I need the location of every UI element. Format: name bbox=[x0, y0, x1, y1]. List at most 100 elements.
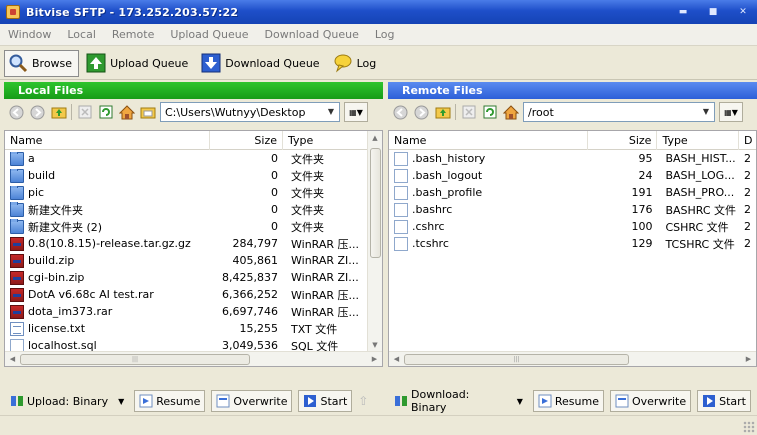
delete-icon[interactable] bbox=[76, 104, 93, 121]
table-row[interactable]: .bash_history 95 BASH_HIST... 2 bbox=[389, 150, 756, 167]
home-icon[interactable] bbox=[502, 104, 519, 121]
scroll-left-icon[interactable]: ◀ bbox=[5, 355, 20, 363]
chevron-down-icon[interactable]: ▼ bbox=[698, 103, 714, 121]
local-path-field[interactable]: C:\Users\Wutnyy\Desktop ▼ bbox=[160, 102, 340, 122]
table-row[interactable]: DotA v6.68c AI test.rar 6,366,252 WinRAR 压… bbox=[5, 286, 382, 303]
column-name[interactable]: Name bbox=[389, 131, 588, 150]
open-folder-icon[interactable] bbox=[139, 104, 156, 121]
download-queue-button[interactable]: Download Queue bbox=[198, 50, 325, 77]
file-size: 6,366,252 bbox=[222, 288, 278, 301]
remote-overwrite-button[interactable]: Overwrite bbox=[610, 390, 692, 412]
forward-icon[interactable] bbox=[29, 104, 46, 121]
remote-start-button[interactable]: Start bbox=[697, 390, 751, 412]
column-size[interactable]: Size bbox=[210, 131, 283, 150]
download-arrow-icon bbox=[201, 53, 221, 73]
local-overwrite-button[interactable]: Overwrite bbox=[211, 390, 293, 412]
table-row[interactable]: .cshrc 100 CSHRC 文件 2 bbox=[389, 218, 756, 235]
table-row[interactable]: dota_im373.rar 6,697,746 WinRAR 压... bbox=[5, 303, 382, 320]
local-vertical-scrollbar[interactable]: ▲ ▼ bbox=[367, 131, 382, 353]
column-size[interactable]: Size bbox=[588, 131, 658, 150]
column-date[interactable]: D bbox=[739, 131, 756, 150]
menu-window[interactable]: Window bbox=[0, 28, 59, 41]
upload-queue-button[interactable]: Upload Queue bbox=[83, 50, 194, 77]
archive-icon bbox=[10, 236, 24, 251]
remote-list-header: Name Size Type D bbox=[389, 131, 756, 150]
column-name[interactable]: Name bbox=[5, 131, 210, 150]
scroll-thumb[interactable] bbox=[370, 148, 381, 258]
remote-path-field[interactable]: /root ▼ bbox=[523, 102, 715, 122]
home-icon[interactable] bbox=[118, 104, 135, 121]
scroll-left-icon[interactable]: ◀ bbox=[389, 355, 404, 363]
file-name-cell: DotA v6.68c AI test.rar bbox=[5, 287, 210, 302]
table-row[interactable]: 新建文件夹 (2) 0 文件夹 bbox=[5, 218, 382, 235]
view-mode-icon[interactable]: ▦▼ bbox=[344, 102, 368, 122]
menu-download-queue[interactable]: Download Queue bbox=[257, 28, 367, 41]
refresh-icon[interactable] bbox=[481, 104, 498, 121]
file-name-cell: 新建文件夹 (2) bbox=[5, 218, 210, 235]
close-icon[interactable]: ✕ bbox=[735, 4, 751, 20]
table-row[interactable]: 0.8(10.8.15)-release.tar.gz.gz 284,797 Win… bbox=[5, 235, 382, 252]
file-name: .bash_profile bbox=[412, 186, 483, 199]
maximize-icon[interactable]: ■ bbox=[705, 4, 721, 20]
remote-path-value: /root bbox=[528, 105, 554, 119]
file-name-cell: .bash_history bbox=[389, 151, 588, 166]
local-horizontal-scrollbar[interactable]: ◀ ||| ▶ bbox=[5, 351, 382, 366]
local-resume-button[interactable]: Resume bbox=[134, 390, 206, 412]
menu-upload-queue[interactable]: Upload Queue bbox=[162, 28, 256, 41]
hscroll-thumb[interactable]: ||| bbox=[404, 353, 629, 365]
log-button[interactable]: Log bbox=[330, 50, 383, 77]
file-name-cell: .bashrc bbox=[389, 202, 588, 217]
minimize-icon[interactable]: ▬ bbox=[675, 4, 691, 20]
local-nav-bar: C:\Users\Wutnyy\Desktop ▼ ▦▼ bbox=[4, 99, 383, 125]
remote-files-header: Remote Files bbox=[388, 82, 757, 99]
delete-icon[interactable] bbox=[460, 104, 477, 121]
column-type[interactable]: Type bbox=[283, 131, 368, 150]
local-start-button[interactable]: Start bbox=[298, 390, 353, 412]
up-folder-icon[interactable] bbox=[50, 104, 67, 121]
menu-local[interactable]: Local bbox=[59, 28, 104, 41]
chevron-down-icon[interactable]: ▼ bbox=[323, 103, 339, 121]
menu-log[interactable]: Log bbox=[367, 28, 403, 41]
refresh-icon[interactable] bbox=[97, 104, 114, 121]
file-name: pic bbox=[28, 186, 45, 199]
table-row[interactable]: .tcshrc 129 TCSHRC 文件 2 bbox=[389, 235, 756, 252]
table-row[interactable]: .bashrc 176 BASHRC 文件 2 bbox=[389, 201, 756, 218]
download-mode-dropdown[interactable]: Download: Binary ▼ bbox=[390, 388, 527, 414]
file-type: WinRAR ZI... bbox=[291, 254, 359, 267]
table-row[interactable]: build 0 文件夹 bbox=[5, 167, 382, 184]
column-type[interactable]: Type bbox=[657, 131, 739, 150]
file-type: 文件夹 bbox=[291, 203, 324, 217]
table-row[interactable]: license.txt 15,255 TXT 文件 bbox=[5, 320, 382, 337]
table-row[interactable]: cgi-bin.zip 8,425,837 WinRAR ZI... bbox=[5, 269, 382, 286]
remote-resume-button[interactable]: Resume bbox=[532, 390, 604, 412]
scroll-right-icon[interactable]: ▶ bbox=[367, 355, 382, 363]
browse-button[interactable]: Browse bbox=[4, 49, 80, 77]
back-icon[interactable] bbox=[392, 104, 409, 121]
up-arrow-icon[interactable]: ⇧ bbox=[358, 394, 368, 408]
table-row[interactable]: build.zip 405,861 WinRAR ZI... bbox=[5, 252, 382, 269]
table-row[interactable]: 新建文件夹 0 文件夹 bbox=[5, 201, 382, 218]
up-folder-icon[interactable] bbox=[434, 104, 451, 121]
view-mode-icon[interactable]: ▦▼ bbox=[719, 102, 743, 122]
file-type: WinRAR 压... bbox=[291, 305, 360, 319]
table-row[interactable]: a 0 文件夹 bbox=[5, 150, 382, 167]
remote-horizontal-scrollbar[interactable]: ◀ ||| ▶ bbox=[389, 351, 756, 366]
table-row[interactable]: pic 0 文件夹 bbox=[5, 184, 382, 201]
file-size: 24 bbox=[638, 169, 653, 182]
remote-overwrite-label: Overwrite bbox=[632, 394, 687, 408]
local-transfer-bar: Upload: Binary ▼ Resume Overwrite Start … bbox=[6, 388, 368, 414]
file-type: WinRAR 压... bbox=[291, 237, 360, 251]
menu-remote[interactable]: Remote bbox=[104, 28, 162, 41]
hscroll-thumb[interactable]: ||| bbox=[20, 353, 250, 365]
resize-grip-icon[interactable] bbox=[743, 421, 755, 433]
scroll-right-icon[interactable]: ▶ bbox=[741, 355, 756, 363]
scroll-up-icon[interactable]: ▲ bbox=[368, 131, 382, 146]
file-name-cell: .tcshrc bbox=[389, 236, 588, 251]
back-icon[interactable] bbox=[8, 104, 25, 121]
table-row[interactable]: .bash_logout 24 BASH_LOG... 2 bbox=[389, 167, 756, 184]
file-size: 176 bbox=[631, 203, 653, 216]
table-row[interactable]: .bash_profile 191 BASH_PRO... 2 bbox=[389, 184, 756, 201]
upload-mode-dropdown[interactable]: Upload: Binary ▼ bbox=[6, 390, 128, 412]
forward-icon[interactable] bbox=[413, 104, 430, 121]
file-icon bbox=[394, 151, 408, 166]
